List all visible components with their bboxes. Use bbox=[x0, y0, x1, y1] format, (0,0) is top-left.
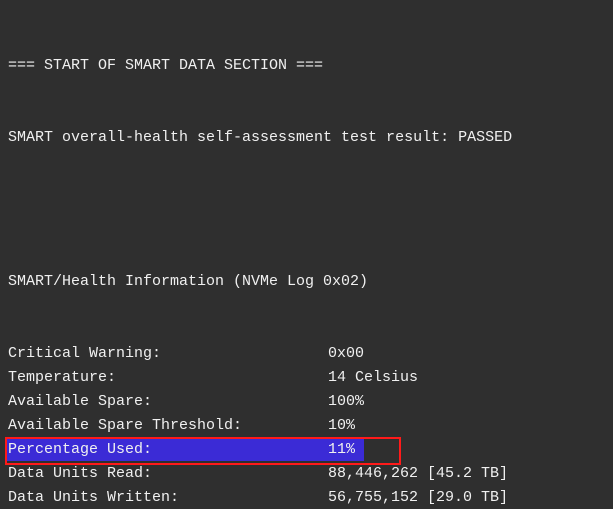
row-value: 11% bbox=[328, 438, 355, 462]
row-value: 10% bbox=[328, 414, 605, 438]
row-value: 14 Celsius bbox=[328, 366, 605, 390]
row-value: 88,446,262 [45.2 TB] bbox=[328, 462, 605, 486]
data-row: Data Units Read:88,446,262 [45.2 TB] bbox=[8, 462, 605, 486]
overall-health-label: SMART overall-health self-assessment tes… bbox=[8, 129, 458, 146]
data-row: Critical Warning:0x00 bbox=[8, 342, 605, 366]
row-label: Temperature: bbox=[8, 366, 328, 390]
overall-health-value: PASSED bbox=[458, 129, 512, 146]
section-header: === START OF SMART DATA SECTION === bbox=[8, 54, 605, 78]
info-header: SMART/Health Information (NVMe Log 0x02) bbox=[8, 270, 605, 294]
row-label: Data Units Read: bbox=[8, 462, 328, 486]
row-value: 0x00 bbox=[328, 342, 605, 366]
blank-line bbox=[8, 198, 605, 222]
row-label: Data Units Written: bbox=[8, 486, 328, 509]
row-value: 56,755,152 [29.0 TB] bbox=[328, 486, 605, 509]
row-label: Available Spare Threshold: bbox=[8, 414, 328, 438]
row-value: 100% bbox=[328, 390, 605, 414]
row-label: Available Spare: bbox=[8, 390, 328, 414]
row-label: Percentage Used: bbox=[8, 438, 328, 462]
row-label: Critical Warning: bbox=[8, 342, 328, 366]
overall-health-line: SMART overall-health self-assessment tes… bbox=[8, 126, 605, 150]
highlighted-row: Percentage Used:11% bbox=[8, 438, 355, 462]
data-row: Available Spare Threshold:10% bbox=[8, 414, 605, 438]
terminal-output: === START OF SMART DATA SECTION === SMAR… bbox=[0, 0, 613, 509]
data-row: Temperature:14 Celsius bbox=[8, 366, 605, 390]
data-row: Percentage Used:11% bbox=[8, 438, 355, 462]
data-row: Available Spare:100% bbox=[8, 390, 605, 414]
data-row: Data Units Written:56,755,152 [29.0 TB] bbox=[8, 486, 605, 509]
